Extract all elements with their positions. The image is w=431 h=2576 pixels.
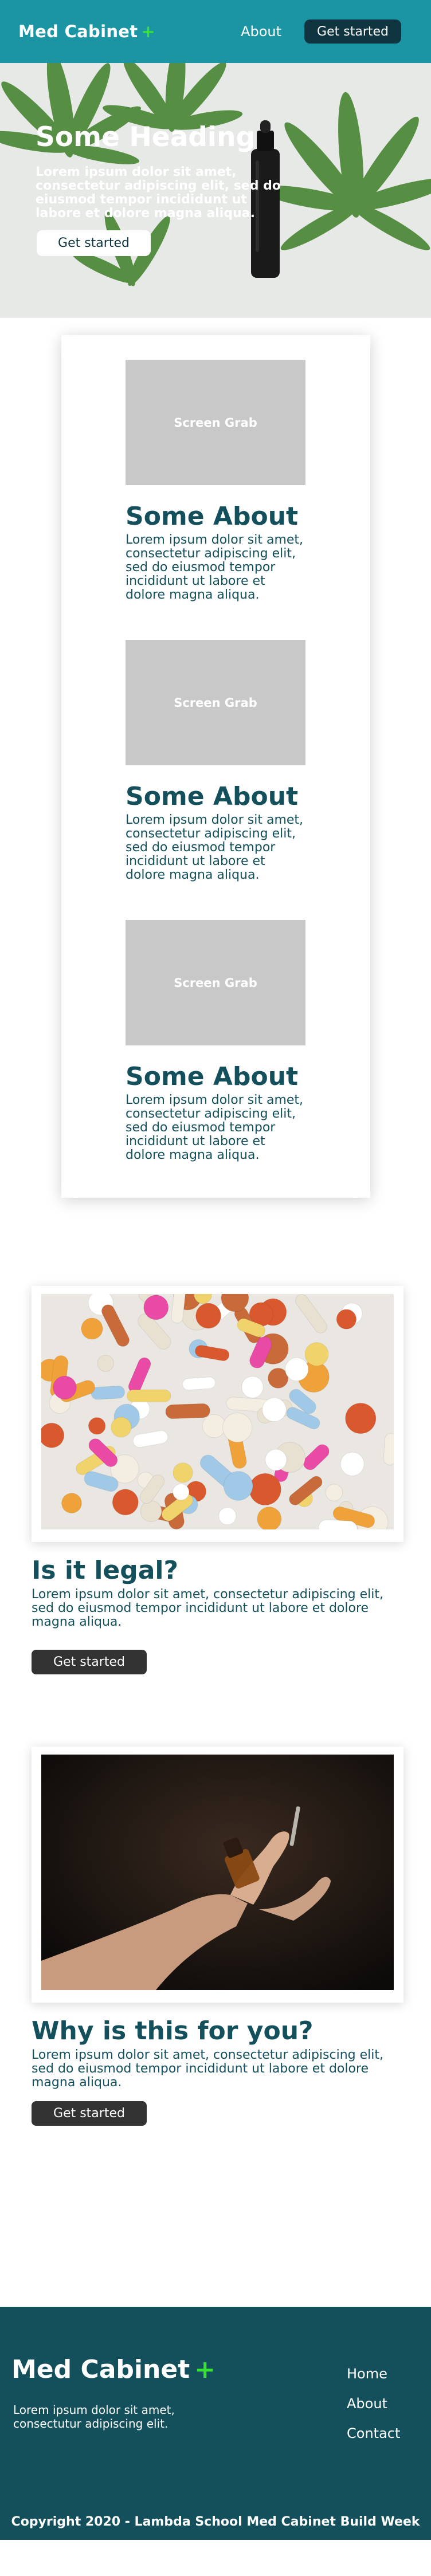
legal-section: Is it legal? Lorem ipsum dolor sit amet,…	[0, 1280, 431, 1674]
why-get-started-button[interactable]: Get started	[32, 2101, 147, 2126]
footer-nav: Home About Contact	[347, 2366, 400, 2441]
brand-logo[interactable]: Med Cabinet +	[18, 22, 155, 41]
legal-body: Lorem ipsum dolor sit amet, consectetur …	[32, 1587, 383, 1629]
about-title: Some About	[126, 502, 299, 531]
about-title: Some About	[126, 782, 299, 811]
footer-copyright: Copyright 2020 - Lambda School Med Cabin…	[11, 2515, 420, 2529]
about-section: Screen Grab Some About Lorem ipsum dolor…	[0, 318, 431, 1198]
hero-heading: Some Heading	[36, 121, 256, 153]
footer-tagline: Lorem ipsum dolor sit amet, consectutur …	[13, 2403, 175, 2431]
brand-name: Med Cabinet	[18, 22, 138, 41]
screen-grab-image: Screen Grab	[126, 640, 305, 765]
dropper-hands-image	[41, 1755, 394, 1990]
legal-get-started-button[interactable]: Get started	[32, 1650, 147, 1674]
about-card: Screen Grab Some About Lorem ipsum dolor…	[61, 335, 370, 1198]
why-title: Why is this for you?	[32, 2016, 314, 2046]
screen-grab-image: Screen Grab	[126, 920, 305, 1045]
about-body: Lorem ipsum dolor sit amet, consectetur …	[126, 1093, 304, 1162]
footer-link-home[interactable]: Home	[347, 2366, 400, 2382]
pills-image	[38, 1280, 398, 1543]
dropper-image-frame	[32, 1747, 403, 2003]
nav-about-link[interactable]: About	[241, 23, 281, 40]
header-get-started-button[interactable]: Get started	[304, 19, 401, 44]
hero-body: Lorem ipsum dolor sit amet, consectetur …	[36, 165, 281, 221]
about-body: Lorem ipsum dolor sit amet, consectetur …	[126, 813, 304, 882]
hero-text: Some Heading Lorem ipsum dolor sit amet,…	[36, 121, 291, 221]
brand-plus-icon: +	[141, 22, 156, 41]
hero-get-started-button[interactable]: Get started	[37, 230, 151, 256]
legal-title: Is it legal?	[32, 1556, 179, 1585]
why-body: Lorem ipsum dolor sit amet, consectetur …	[32, 2048, 383, 2090]
about-item: Screen Grab Some About Lorem ipsum dolor…	[126, 920, 305, 1162]
main-nav: About Get started	[241, 19, 401, 44]
screen-grab-image: Screen Grab	[126, 360, 305, 485]
footer-brand-logo[interactable]: Med Cabinet +	[11, 2355, 215, 2384]
footer-plus-icon: +	[194, 2355, 216, 2384]
about-item: Screen Grab Some About Lorem ipsum dolor…	[126, 640, 305, 882]
footer-link-about[interactable]: About	[347, 2396, 400, 2412]
site-header: Med Cabinet + About Get started	[0, 0, 431, 63]
hero-section: Some Heading Lorem ipsum dolor sit amet,…	[0, 63, 431, 318]
footer-brand-name: Med Cabinet	[11, 2355, 190, 2384]
about-body: Lorem ipsum dolor sit amet, consectetur …	[126, 533, 304, 602]
why-section: Why is this for you? Lorem ipsum dolor s…	[0, 1747, 431, 2126]
about-item: Screen Grab Some About Lorem ipsum dolor…	[126, 360, 305, 602]
site-footer: Med Cabinet + Lorem ipsum dolor sit amet,…	[0, 2307, 431, 2540]
about-title: Some About	[126, 1062, 299, 1091]
pills-image-frame	[32, 1280, 403, 1543]
footer-link-contact[interactable]: Contact	[347, 2425, 400, 2441]
